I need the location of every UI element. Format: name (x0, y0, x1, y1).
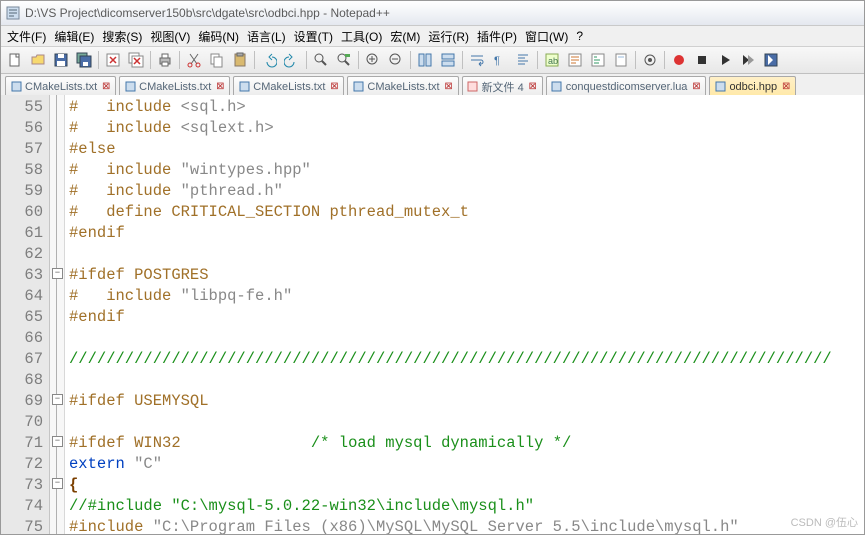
tabbar: CMakeLists.txt⊠ CMakeLists.txt⊠ CMakeLis… (1, 74, 864, 97)
titlebar: D:\VS Project\dicomserver150b\src\dgate\… (1, 1, 864, 26)
tab-close-icon[interactable]: ⊠ (444, 82, 454, 92)
stop-icon[interactable] (691, 49, 713, 71)
indent-guide-icon[interactable] (512, 49, 534, 71)
menu-plugins[interactable]: 插件(P) (473, 28, 521, 45)
sync-h-icon[interactable] (437, 49, 459, 71)
code-area[interactable]: # include <sql.h> # include <sqlext.h> #… (65, 95, 864, 534)
file-icon (238, 81, 250, 93)
play-icon[interactable] (714, 49, 736, 71)
file-icon (352, 81, 364, 93)
open-file-icon[interactable] (27, 49, 49, 71)
func-list-icon[interactable] (564, 49, 586, 71)
redo-icon[interactable] (281, 49, 303, 71)
copy-icon[interactable] (206, 49, 228, 71)
menu-language[interactable]: 语言(L) (243, 28, 290, 45)
menu-edit[interactable]: 编辑(E) (50, 28, 98, 45)
close-icon[interactable] (102, 49, 124, 71)
tab-close-icon[interactable]: ⊠ (215, 82, 225, 92)
menu-tools[interactable]: 工具(O) (337, 28, 386, 45)
new-file-icon[interactable] (4, 49, 26, 71)
tab-cmakelists-4[interactable]: CMakeLists.txt⊠ (347, 76, 458, 96)
fold-marker-icon[interactable]: − (52, 436, 63, 447)
lang-icon[interactable]: ab (541, 49, 563, 71)
menu-window[interactable]: 窗口(W) (521, 28, 572, 45)
save-icon[interactable] (50, 49, 72, 71)
tab-close-icon[interactable]: ⊠ (528, 82, 538, 92)
doc-map-icon[interactable] (610, 49, 632, 71)
paste-icon[interactable] (229, 49, 251, 71)
menu-help[interactable]: ? (572, 29, 587, 43)
tab-lua[interactable]: conquestdicomserver.lua⊠ (546, 76, 707, 96)
file-icon (10, 81, 22, 93)
file-icon (124, 81, 136, 93)
tab-cmakelists-2[interactable]: CMakeLists.txt⊠ (119, 76, 230, 96)
menu-encoding[interactable]: 编码(N) (194, 28, 243, 45)
menu-settings[interactable]: 设置(T) (290, 28, 337, 45)
play-multi-icon[interactable] (737, 49, 759, 71)
tab-cmakelists-3[interactable]: CMakeLists.txt⊠ (233, 76, 344, 96)
zoom-in-icon[interactable] (362, 49, 384, 71)
monitor-icon[interactable] (639, 49, 661, 71)
file-icon (551, 81, 563, 93)
line-number-gutter: 5556575859606162636465666768697071727374… (1, 95, 50, 534)
file-icon (467, 81, 479, 93)
tab-close-icon[interactable]: ⊠ (691, 82, 701, 92)
fold-marker-icon[interactable]: − (52, 478, 63, 489)
cut-icon[interactable] (183, 49, 205, 71)
menubar: 文件(F) 编辑(E) 搜索(S) 视图(V) 编码(N) 语言(L) 设置(T… (1, 26, 864, 47)
watermark: CSDN @伍心 (791, 514, 858, 530)
replace-icon[interactable] (333, 49, 355, 71)
menu-macro[interactable]: 宏(M) (386, 28, 424, 45)
svg-text:¶: ¶ (494, 55, 500, 67)
undo-icon[interactable] (258, 49, 280, 71)
fold-gutter[interactable]: − − − − (50, 95, 65, 534)
fold-marker-icon[interactable]: − (52, 394, 63, 405)
tab-odbci[interactable]: odbci.hpp⊠ (709, 76, 796, 96)
svg-text:ab: ab (548, 56, 558, 66)
menu-run[interactable]: 运行(R) (424, 28, 473, 45)
sync-v-icon[interactable] (414, 49, 436, 71)
print-icon[interactable] (154, 49, 176, 71)
find-icon[interactable] (310, 49, 332, 71)
editor[interactable]: 5556575859606162636465666768697071727374… (1, 95, 864, 534)
menu-search[interactable]: 搜索(S) (98, 28, 146, 45)
tab-cmakelists-1[interactable]: CMakeLists.txt⊠ (5, 76, 116, 96)
zoom-out-icon[interactable] (385, 49, 407, 71)
menu-file[interactable]: 文件(F) (3, 28, 50, 45)
window-title: D:\VS Project\dicomserver150b\src\dgate\… (25, 6, 390, 20)
file-icon (714, 81, 726, 93)
fold-marker-icon[interactable]: − (52, 268, 63, 279)
menu-view[interactable]: 视图(V) (146, 28, 194, 45)
toolbar: ¶ ab (1, 47, 864, 74)
close-all-icon[interactable] (125, 49, 147, 71)
tab-newfile[interactable]: 新文件 4⊠ (462, 76, 543, 96)
record-icon[interactable] (668, 49, 690, 71)
tab-close-icon[interactable]: ⊠ (781, 82, 791, 92)
save-macro-icon[interactable] (760, 49, 782, 71)
app-icon (5, 5, 21, 21)
tab-close-icon[interactable]: ⊠ (101, 82, 111, 92)
tab-close-icon[interactable]: ⊠ (329, 82, 339, 92)
wordwrap-icon[interactable] (466, 49, 488, 71)
save-all-icon[interactable] (73, 49, 95, 71)
show-all-chars-icon[interactable]: ¶ (489, 49, 511, 71)
folder-tree-icon[interactable] (587, 49, 609, 71)
